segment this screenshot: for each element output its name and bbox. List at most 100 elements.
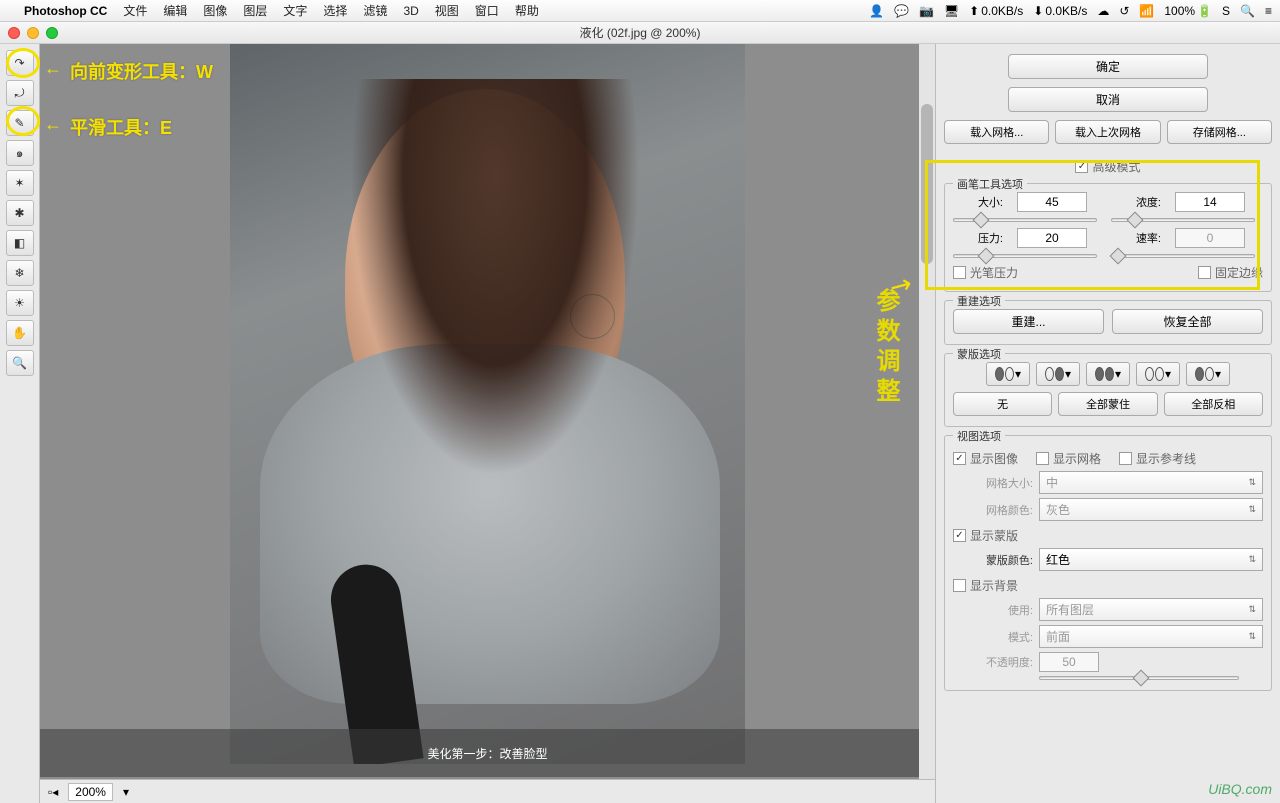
use-select[interactable]: 所有图层⇅ <box>1039 598 1263 621</box>
menu-layer[interactable]: 图层 <box>243 2 267 19</box>
stylus-pressure-checkbox[interactable] <box>953 266 966 279</box>
chevron-down-icon: ⇅ <box>1248 631 1256 642</box>
show-guides-checkbox[interactable] <box>1119 452 1132 465</box>
mask-none-button[interactable]: 无 <box>953 392 1052 416</box>
brush-density-slider[interactable] <box>1111 218 1255 222</box>
mesh-color-select[interactable]: 灰色⇅ <box>1039 498 1263 521</box>
restore-all-button[interactable]: 恢复全部 <box>1112 309 1263 334</box>
status-sogou-icon[interactable]: S <box>1222 4 1230 18</box>
load-last-mesh-button[interactable]: 载入上次网格 <box>1055 120 1160 144</box>
status-spotlight-icon[interactable]: 🔍 <box>1240 4 1255 18</box>
status-cloud-icon[interactable]: ☁ <box>1097 4 1109 18</box>
forward-warp-tool[interactable]: ↷ <box>6 50 34 76</box>
stylus-pressure-label: 光笔压力 <box>970 264 1018 281</box>
status-menu-icon[interactable]: ≡ <box>1265 4 1272 18</box>
advanced-mode-checkbox[interactable] <box>1075 160 1088 173</box>
load-mesh-button[interactable]: 载入网格... <box>944 120 1049 144</box>
menu-type[interactable]: 文字 <box>283 2 307 19</box>
mask-color-select[interactable]: 红色⇅ <box>1039 548 1263 571</box>
bloat-tool[interactable]: ✱ <box>6 200 34 226</box>
document-image[interactable] <box>230 44 745 764</box>
advanced-mode-label: 高级模式 <box>1092 158 1140 175</box>
menu-select[interactable]: 选择 <box>323 2 347 19</box>
reconstruct-button[interactable]: 重建... <box>953 309 1104 334</box>
status-wifi-icon[interactable]: 📶 <box>1139 4 1154 18</box>
mesh-color-label: 网格颜色: <box>953 502 1033 518</box>
mask-subtract-icon[interactable]: ▾ <box>1086 362 1130 386</box>
menu-file[interactable]: 文件 <box>123 2 147 19</box>
opacity-slider[interactable] <box>1039 676 1239 680</box>
mask-intersect-icon[interactable]: ▾ <box>1136 362 1180 386</box>
status-camera-icon[interactable]: 📷 <box>919 4 934 18</box>
liquify-toolbar: ↷ ⤾ ✎ ๑ ✶ ✱ ◧ ❄ ☀ ✋ 🔍 <box>0 44 40 803</box>
brush-pressure-slider[interactable] <box>953 254 1097 258</box>
status-battery[interactable]: 100% 🔋 <box>1164 4 1212 18</box>
scrollbar-thumb[interactable] <box>921 104 933 264</box>
menu-view[interactable]: 视图 <box>435 2 459 19</box>
status-monitor-icon[interactable]: 🖥 <box>944 4 959 18</box>
cancel-button[interactable]: 取消 <box>1008 87 1208 112</box>
bloat-icon: ✱ <box>14 206 24 220</box>
brush-size-input[interactable]: 45 <box>1017 192 1087 212</box>
show-background-checkbox[interactable] <box>953 579 966 592</box>
status-user-icon[interactable]: 👤 <box>869 4 884 18</box>
hand-tool[interactable]: ✋ <box>6 320 34 346</box>
show-guides-label: 显示参考线 <box>1136 450 1196 467</box>
save-mesh-button[interactable]: 存储网格... <box>1167 120 1272 144</box>
show-image-checkbox[interactable] <box>953 452 966 465</box>
mask-all-button[interactable]: 全部蒙住 <box>1058 392 1157 416</box>
status-netdown: ⬇0.0KB/s <box>1033 4 1087 18</box>
menu-3d[interactable]: 3D <box>403 4 418 18</box>
brush-rate-slider[interactable] <box>1111 254 1255 258</box>
menu-edit[interactable]: 编辑 <box>163 2 187 19</box>
image-content <box>260 344 720 704</box>
mesh-size-select[interactable]: 中⇅ <box>1039 471 1263 494</box>
menu-image[interactable]: 图像 <box>203 2 227 19</box>
show-mask-checkbox[interactable] <box>953 529 966 542</box>
window-titlebar: 液化 (02f.jpg @ 200%) <box>0 22 1280 44</box>
show-mask-label: 显示蒙版 <box>970 527 1018 544</box>
chevron-down-icon: ⇅ <box>1248 604 1256 615</box>
twirl-tool[interactable]: ๑ <box>6 140 34 166</box>
close-window-icon[interactable] <box>8 27 20 39</box>
zoom-dropdown-icon[interactable]: ▾ <box>123 785 129 799</box>
freeze-mask-tool[interactable]: ❄ <box>6 260 34 286</box>
mode-select[interactable]: 前面⇅ <box>1039 625 1263 648</box>
status-wechat-icon[interactable]: 💬 <box>894 4 909 18</box>
mask-add-icon[interactable]: ▾ <box>1036 362 1080 386</box>
mask-invert-all-button[interactable]: 全部反相 <box>1164 392 1263 416</box>
mask-options-group: 蒙版选项 ▾ ▾ ▾ ▾ ▾ 无 全部蒙住 全部反相 <box>944 353 1272 427</box>
brush-size-slider[interactable] <box>953 218 1097 222</box>
mode-label: 模式: <box>953 629 1033 645</box>
zoom-out-icon[interactable]: ▫◂ <box>48 785 58 799</box>
chevron-down-icon: ⇅ <box>1248 504 1256 515</box>
brush-density-input[interactable]: 14 <box>1175 192 1245 212</box>
brush-pressure-input[interactable]: 20 <box>1017 228 1087 248</box>
reconstruct-tool[interactable]: ⤾ <box>6 80 34 106</box>
zoom-tool[interactable]: 🔍 <box>6 350 34 376</box>
traffic-lights <box>8 27 58 39</box>
vertical-scrollbar[interactable] <box>919 44 935 779</box>
chevron-down-icon: ⇅ <box>1248 554 1256 565</box>
mask-invert-icon[interactable]: ▾ <box>1186 362 1230 386</box>
menu-help[interactable]: 帮助 <box>515 2 539 19</box>
app-name[interactable]: Photoshop CC <box>24 4 107 18</box>
menu-filter[interactable]: 滤镜 <box>363 2 387 19</box>
push-left-tool[interactable]: ◧ <box>6 230 34 256</box>
ok-button[interactable]: 确定 <box>1008 54 1208 79</box>
menu-window[interactable]: 窗口 <box>475 2 499 19</box>
thaw-mask-tool[interactable]: ☀ <box>6 290 34 316</box>
mask-replace-icon[interactable]: ▾ <box>986 362 1030 386</box>
minimize-window-icon[interactable] <box>27 27 39 39</box>
pin-edges-checkbox[interactable] <box>1198 266 1211 279</box>
pucker-icon: ✶ <box>14 176 24 190</box>
pucker-tool[interactable]: ✶ <box>6 170 34 196</box>
show-mesh-checkbox[interactable] <box>1036 452 1049 465</box>
show-image-label: 显示图像 <box>970 450 1018 467</box>
brush-rate-input[interactable]: 0 <box>1175 228 1245 248</box>
zoom-level-input[interactable]: 200% <box>68 783 113 801</box>
zoom-window-icon[interactable] <box>46 27 58 39</box>
smooth-tool[interactable]: ✎ <box>6 110 34 136</box>
status-sync-icon[interactable]: ↺ <box>1119 4 1129 18</box>
opacity-input[interactable]: 50 <box>1039 652 1099 672</box>
